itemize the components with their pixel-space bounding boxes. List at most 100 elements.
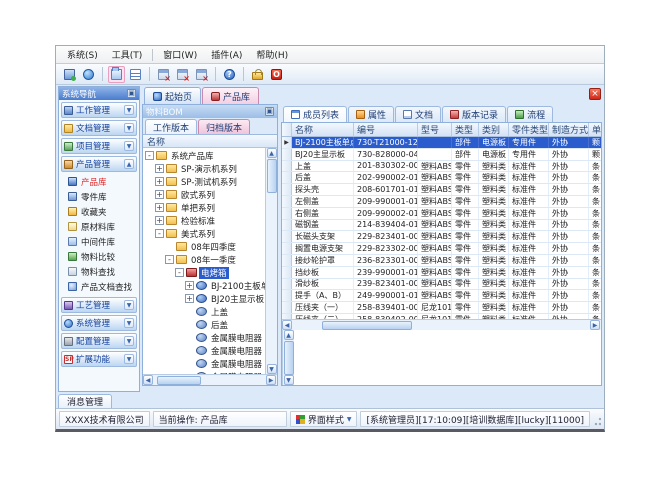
sidebar-pin-button[interactable]: ▣ — [127, 89, 136, 98]
tree-hscroll-thumb[interactable] — [157, 376, 201, 385]
close-window-2-button[interactable] — [174, 66, 191, 83]
sidebar-item-中间件库[interactable]: 中间件库 — [61, 234, 137, 249]
tree-node-BJ-2100主板单点[interactable]: +BJ-2100主板单点 — [143, 279, 265, 292]
scroll-left-icon[interactable]: ◀ — [282, 320, 292, 330]
sidebar-group-文档管理[interactable]: 文档管理▼ — [61, 120, 137, 136]
table-row[interactable]: 探头壳208-601701-01E塑料ABS零件塑料类标准件外协条 — [282, 184, 601, 196]
tree-node-欧式系列[interactable]: +欧式系列 — [143, 188, 265, 201]
tree-node-系统产品库[interactable]: -系统产品库 — [143, 149, 265, 162]
table-row[interactable]: ▶BJ-2100主板单点730-T21000-12E部件电源板专用件外协颗 — [282, 137, 601, 149]
detail-tab-流程[interactable]: 流程 — [507, 106, 553, 122]
scroll-left-icon[interactable]: ◀ — [143, 375, 153, 385]
table-vertical-scrollbar[interactable]: ▲ ▼ — [282, 330, 294, 385]
detail-tab-文档[interactable]: 文档 — [395, 106, 441, 122]
doc-tab-起始页[interactable]: 起始页 — [144, 87, 201, 104]
expand-icon[interactable]: + — [155, 216, 164, 225]
doc-tab-产品库[interactable]: 产品库 — [202, 87, 259, 104]
version-tab-归档版本[interactable]: 归档版本 — [198, 119, 250, 134]
monitor-button[interactable] — [61, 66, 78, 83]
tree-node-单把系列[interactable]: +单把系列 — [143, 201, 265, 214]
resize-grip[interactable] — [593, 412, 601, 426]
table-row[interactable]: 挡纱板239-990001-01E塑料ABS零件塑料类标准件外协条 — [282, 267, 601, 279]
table-row[interactable]: 接纱轮护罩236-823301-00E塑料ABS零件塑料类标准件外协条 — [282, 255, 601, 267]
sidebar-item-物料比较[interactable]: 物料比较 — [61, 249, 137, 264]
collapse-icon[interactable]: - — [165, 255, 174, 264]
column-header-单位[interactable]: 单位 — [589, 123, 601, 136]
open-folder-button[interactable] — [108, 66, 125, 83]
table-hscroll-thumb[interactable] — [322, 321, 412, 330]
table-row[interactable]: BJ20主显示板730-828000-04E部件电源板专用件外协颗 — [282, 149, 601, 161]
sidebar-item-收藏夹[interactable]: 收藏夹 — [61, 204, 137, 219]
detail-tab-属性[interactable]: 属性 — [348, 106, 394, 122]
expand-icon[interactable]: + — [155, 177, 164, 186]
tree-node-上盖[interactable]: 上盖 — [143, 305, 265, 318]
column-header-零件类型[interactable]: 零件类型 — [509, 123, 549, 136]
tree-vertical-scrollbar[interactable]: ▲ ▼ — [265, 148, 277, 374]
window-grid-button[interactable] — [127, 66, 144, 83]
table-row[interactable]: 左侧盖209-990001-01E塑料ABS零件塑料类标准件外协条 — [282, 196, 601, 208]
tree-node-SP-演示机系列[interactable]: +SP-演示机系列 — [143, 162, 265, 175]
lock-button[interactable] — [249, 66, 266, 83]
tree-node-金属膜电阻器[interactable]: 金属膜电阻器 — [143, 357, 265, 370]
chevron-down-icon[interactable]: ▼ — [124, 105, 134, 115]
tree-node-08年一季度[interactable]: -08年一季度 — [143, 253, 265, 266]
chevron-up-icon[interactable]: ▲ — [124, 159, 134, 169]
column-header-型号[interactable]: 型号 — [418, 123, 452, 136]
menu-item[interactable]: 工具(T) — [105, 46, 150, 63]
chevron-down-icon[interactable]: ▼ — [124, 141, 134, 151]
collapse-icon[interactable]: - — [175, 268, 184, 277]
expand-icon[interactable]: + — [155, 164, 164, 173]
sidebar-group-产品管理[interactable]: 产品管理▲ — [61, 156, 137, 172]
exit-button[interactable]: O — [268, 66, 285, 83]
table-row[interactable]: 后盖202-990002-01E塑料ABS零件塑料类标准件外协条 — [282, 172, 601, 184]
table-row[interactable]: 搁置电源支架229-823302-00E塑料ABS零件塑料类标准件外协条 — [282, 243, 601, 255]
tree-node-金属膜电阻器[interactable]: 金属膜电阻器 — [143, 344, 265, 357]
sidebar-group-系统管理[interactable]: 系统管理▼ — [61, 315, 137, 331]
sidebar-group-项目管理[interactable]: 项目管理▼ — [61, 138, 137, 154]
chevron-down-icon[interactable]: ▼ — [124, 318, 134, 328]
ui-style-selector[interactable]: 界面样式 ▼ — [290, 411, 358, 427]
table-row[interactable]: 磁钢盖214-839404-01E塑料ABS零件塑料类标准件外协条 — [282, 220, 601, 232]
expand-icon[interactable]: + — [185, 294, 194, 303]
column-header-制造方式[interactable]: 制造方式 — [549, 123, 589, 136]
table-row[interactable]: 滑纱板239-823401-00E塑料ABS零件塑料类标准件外协条 — [282, 279, 601, 291]
sidebar-item-零件库[interactable]: 零件库 — [61, 189, 137, 204]
tree-node-电烤箱[interactable]: -电烤箱 — [143, 266, 265, 279]
scroll-up-icon[interactable]: ▲ — [284, 330, 294, 340]
collapse-icon[interactable]: - — [155, 229, 164, 238]
table-row[interactable]: 上盖201-830302-00E塑料ABS零件塑料类标准件外协条 — [282, 161, 601, 173]
help-button[interactable]: ? — [221, 66, 238, 83]
column-header-名称[interactable]: 名称 — [292, 123, 354, 136]
table-scroll-thumb[interactable] — [284, 341, 294, 375]
sidebar-item-产品库[interactable]: 产品库 — [61, 174, 137, 189]
table-horizontal-scrollbar[interactable]: ◀ ▶ — [282, 319, 601, 330]
column-header-类型[interactable]: 类型 — [452, 123, 479, 136]
tab-message-manager[interactable]: 消息管理 — [58, 394, 112, 408]
expand-icon[interactable]: + — [155, 203, 164, 212]
column-header-类别[interactable]: 类别 — [479, 123, 509, 136]
tree-column-header[interactable]: 名称 — [143, 135, 277, 148]
version-tab-工作版本[interactable]: 工作版本 — [145, 119, 197, 134]
sidebar-item-原材料库[interactable]: 原材料库 — [61, 219, 137, 234]
globe-button[interactable] — [80, 66, 97, 83]
table-row[interactable]: 长磁头支架229-823401-00E塑料ABS零件塑料类标准件外协条 — [282, 231, 601, 243]
expand-icon[interactable]: + — [155, 190, 164, 199]
close-window-3-button[interactable] — [193, 66, 210, 83]
sidebar-group-工作管理[interactable]: 工作管理▼ — [61, 102, 137, 118]
tree-node-SP-测试机系列[interactable]: +SP-测试机系列 — [143, 175, 265, 188]
scroll-down-icon[interactable]: ▼ — [284, 375, 294, 385]
bom-tree-pin-button[interactable]: ▣ — [265, 107, 274, 116]
tree-node-金属膜电阻器[interactable]: 金属膜电阻器 — [143, 331, 265, 344]
scroll-right-icon[interactable]: ▶ — [590, 320, 600, 330]
sidebar-item-产品文档查找[interactable]: 产品文档查找 — [61, 279, 137, 294]
menu-item[interactable]: 插件(A) — [204, 46, 249, 63]
tree-scroll-thumb[interactable] — [267, 159, 277, 193]
sidebar-group-配置管理[interactable]: 配置管理▼ — [61, 333, 137, 349]
close-window-1-button[interactable] — [155, 66, 172, 83]
sidebar-group-工艺管理[interactable]: 工艺管理▼ — [61, 297, 137, 313]
table-row[interactable]: 提手（A、B）249-990001-01E塑料ABS零件塑料类标准件外协条 — [282, 290, 601, 302]
table-row[interactable]: 压线夹（一）258-839401-00E尼龙1010零件塑料类标准件外协条 — [282, 302, 601, 314]
tree-node-BJ20主显示板[interactable]: +BJ20主显示板 — [143, 292, 265, 305]
tree-node-检验标准[interactable]: +检验标准 — [143, 214, 265, 227]
detail-tab-成员列表[interactable]: 成员列表 — [283, 106, 347, 122]
